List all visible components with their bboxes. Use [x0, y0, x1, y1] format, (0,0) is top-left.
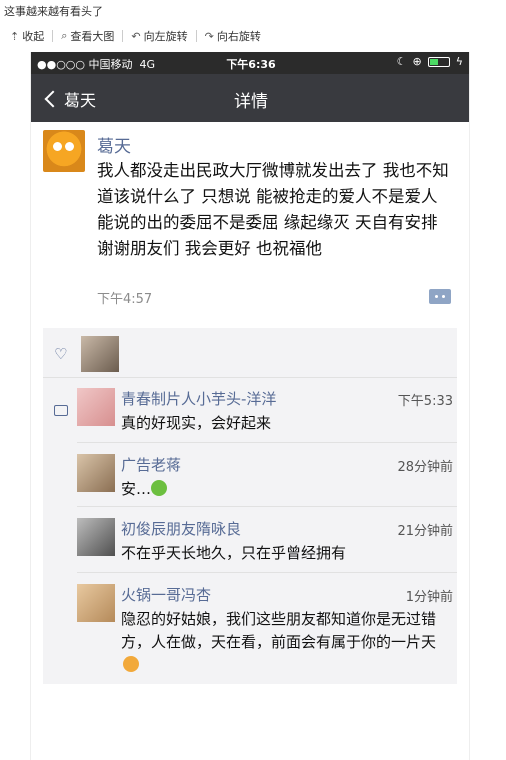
- comment-section: ♡ 青春制片人小芋头-洋洋 下午5:33 真的好现实，会好起来 广告老蒋 28分…: [43, 328, 457, 684]
- collapse-label: 收起: [22, 30, 45, 43]
- battery-icon: [427, 56, 450, 67]
- nav-title: 详情: [234, 92, 268, 112]
- comment-time: 下午5:33: [397, 394, 453, 409]
- battery-fill: [429, 58, 438, 65]
- status-bar: ●●○○○ 中国移动 4G 下午6:36 ☾ ⊕ ϟ: [31, 52, 469, 74]
- sprout-emoji-icon: [151, 480, 168, 496]
- comment-author[interactable]: 青春制片人小芋头-洋洋: [121, 388, 276, 409]
- post-time: 下午4:57: [97, 292, 153, 307]
- avatar[interactable]: [43, 130, 85, 172]
- post-text: 我人都没走出民政大厅微博就发出去了 我也不知道该说什么了 只想说 能被抢走的爱人…: [97, 161, 449, 258]
- comment-action-icon[interactable]: [429, 289, 451, 304]
- comment-author[interactable]: 广告老蒋: [121, 454, 181, 475]
- upload-arrow-icon: ⇡: [10, 29, 20, 43]
- avatar[interactable]: [77, 584, 115, 622]
- comment-author[interactable]: 初俊辰朋友隋咏良: [121, 518, 241, 539]
- comment-bubble-icon: [54, 405, 68, 416]
- likes-row: ♡: [43, 328, 457, 378]
- comment-time: 28分钟前: [397, 460, 453, 475]
- rotate-right-button[interactable]: ↷ 向右旋转: [201, 28, 265, 44]
- heart-icon: ♡: [54, 345, 68, 363]
- divider: [77, 506, 457, 507]
- lock-rotation-icon: ⊕: [412, 55, 422, 68]
- divider: [52, 30, 54, 42]
- rotate-left-label: 向左旋转: [143, 30, 188, 43]
- rotate-right-label: 向右旋转: [216, 30, 261, 43]
- comment-time: 21分钟前: [397, 524, 453, 539]
- comment-text: 真的好现实，会好起来: [121, 414, 272, 432]
- divider: [195, 30, 197, 42]
- moon-icon: ☾: [396, 55, 407, 68]
- comment-text: 隐忍的好姑娘，我们这些朋友都知道你是无过错方，人在做，天在看，前面会有属于你的一…: [121, 610, 437, 651]
- rotate-left-button[interactable]: ↶ 向左旋转: [127, 28, 191, 44]
- view-large-button[interactable]: ⌕ 查看大图: [57, 28, 118, 44]
- rotate-left-icon: ↶: [131, 29, 141, 43]
- charging-icon: ϟ: [455, 55, 463, 68]
- avatar[interactable]: [77, 518, 115, 556]
- rotate-right-icon: ↷: [204, 29, 214, 43]
- comment-time: 1分钟前: [405, 590, 453, 605]
- fist-emoji-icon: [123, 656, 139, 672]
- comment-text-row: 隐忍的好姑娘，我们这些朋友都知道你是无过错方，人在做，天在看，前面会有属于你的一…: [121, 608, 451, 677]
- phone-screenshot: ●●○○○ 中国移动 4G 下午6:36 ☾ ⊕ ϟ 葛天 详情 葛天 我人都没…: [30, 52, 470, 760]
- avatar-eye: [65, 142, 74, 151]
- avatar[interactable]: [77, 388, 115, 426]
- page-title: 这事越来越有看头了: [4, 5, 103, 18]
- image-toolbar: ⇡ 收起 ⌕ 查看大图 ↶ 向左旋转 ↷ 向右旋转: [6, 28, 265, 44]
- post-author[interactable]: 葛天: [97, 132, 131, 157]
- collapse-button[interactable]: ⇡ 收起: [6, 28, 48, 44]
- view-large-label: 查看大图: [70, 30, 115, 43]
- comment-text-row: 安…: [121, 478, 451, 501]
- comment-text: 安…: [121, 480, 152, 498]
- divider: [77, 442, 457, 443]
- status-icons: ☾ ⊕ ϟ: [397, 55, 463, 68]
- divider: [77, 572, 457, 573]
- comment-author[interactable]: 火锅一哥冯杏: [121, 584, 211, 605]
- avatar[interactable]: [77, 454, 115, 492]
- comment-text: 不在乎天长地久，只在乎曾经拥有: [121, 544, 347, 562]
- nav-bar: 葛天 详情: [31, 74, 469, 122]
- magnifier-icon: ⌕: [61, 29, 68, 42]
- divider: [122, 30, 124, 42]
- avatar-eye: [53, 142, 62, 151]
- like-avatar[interactable]: [81, 336, 119, 372]
